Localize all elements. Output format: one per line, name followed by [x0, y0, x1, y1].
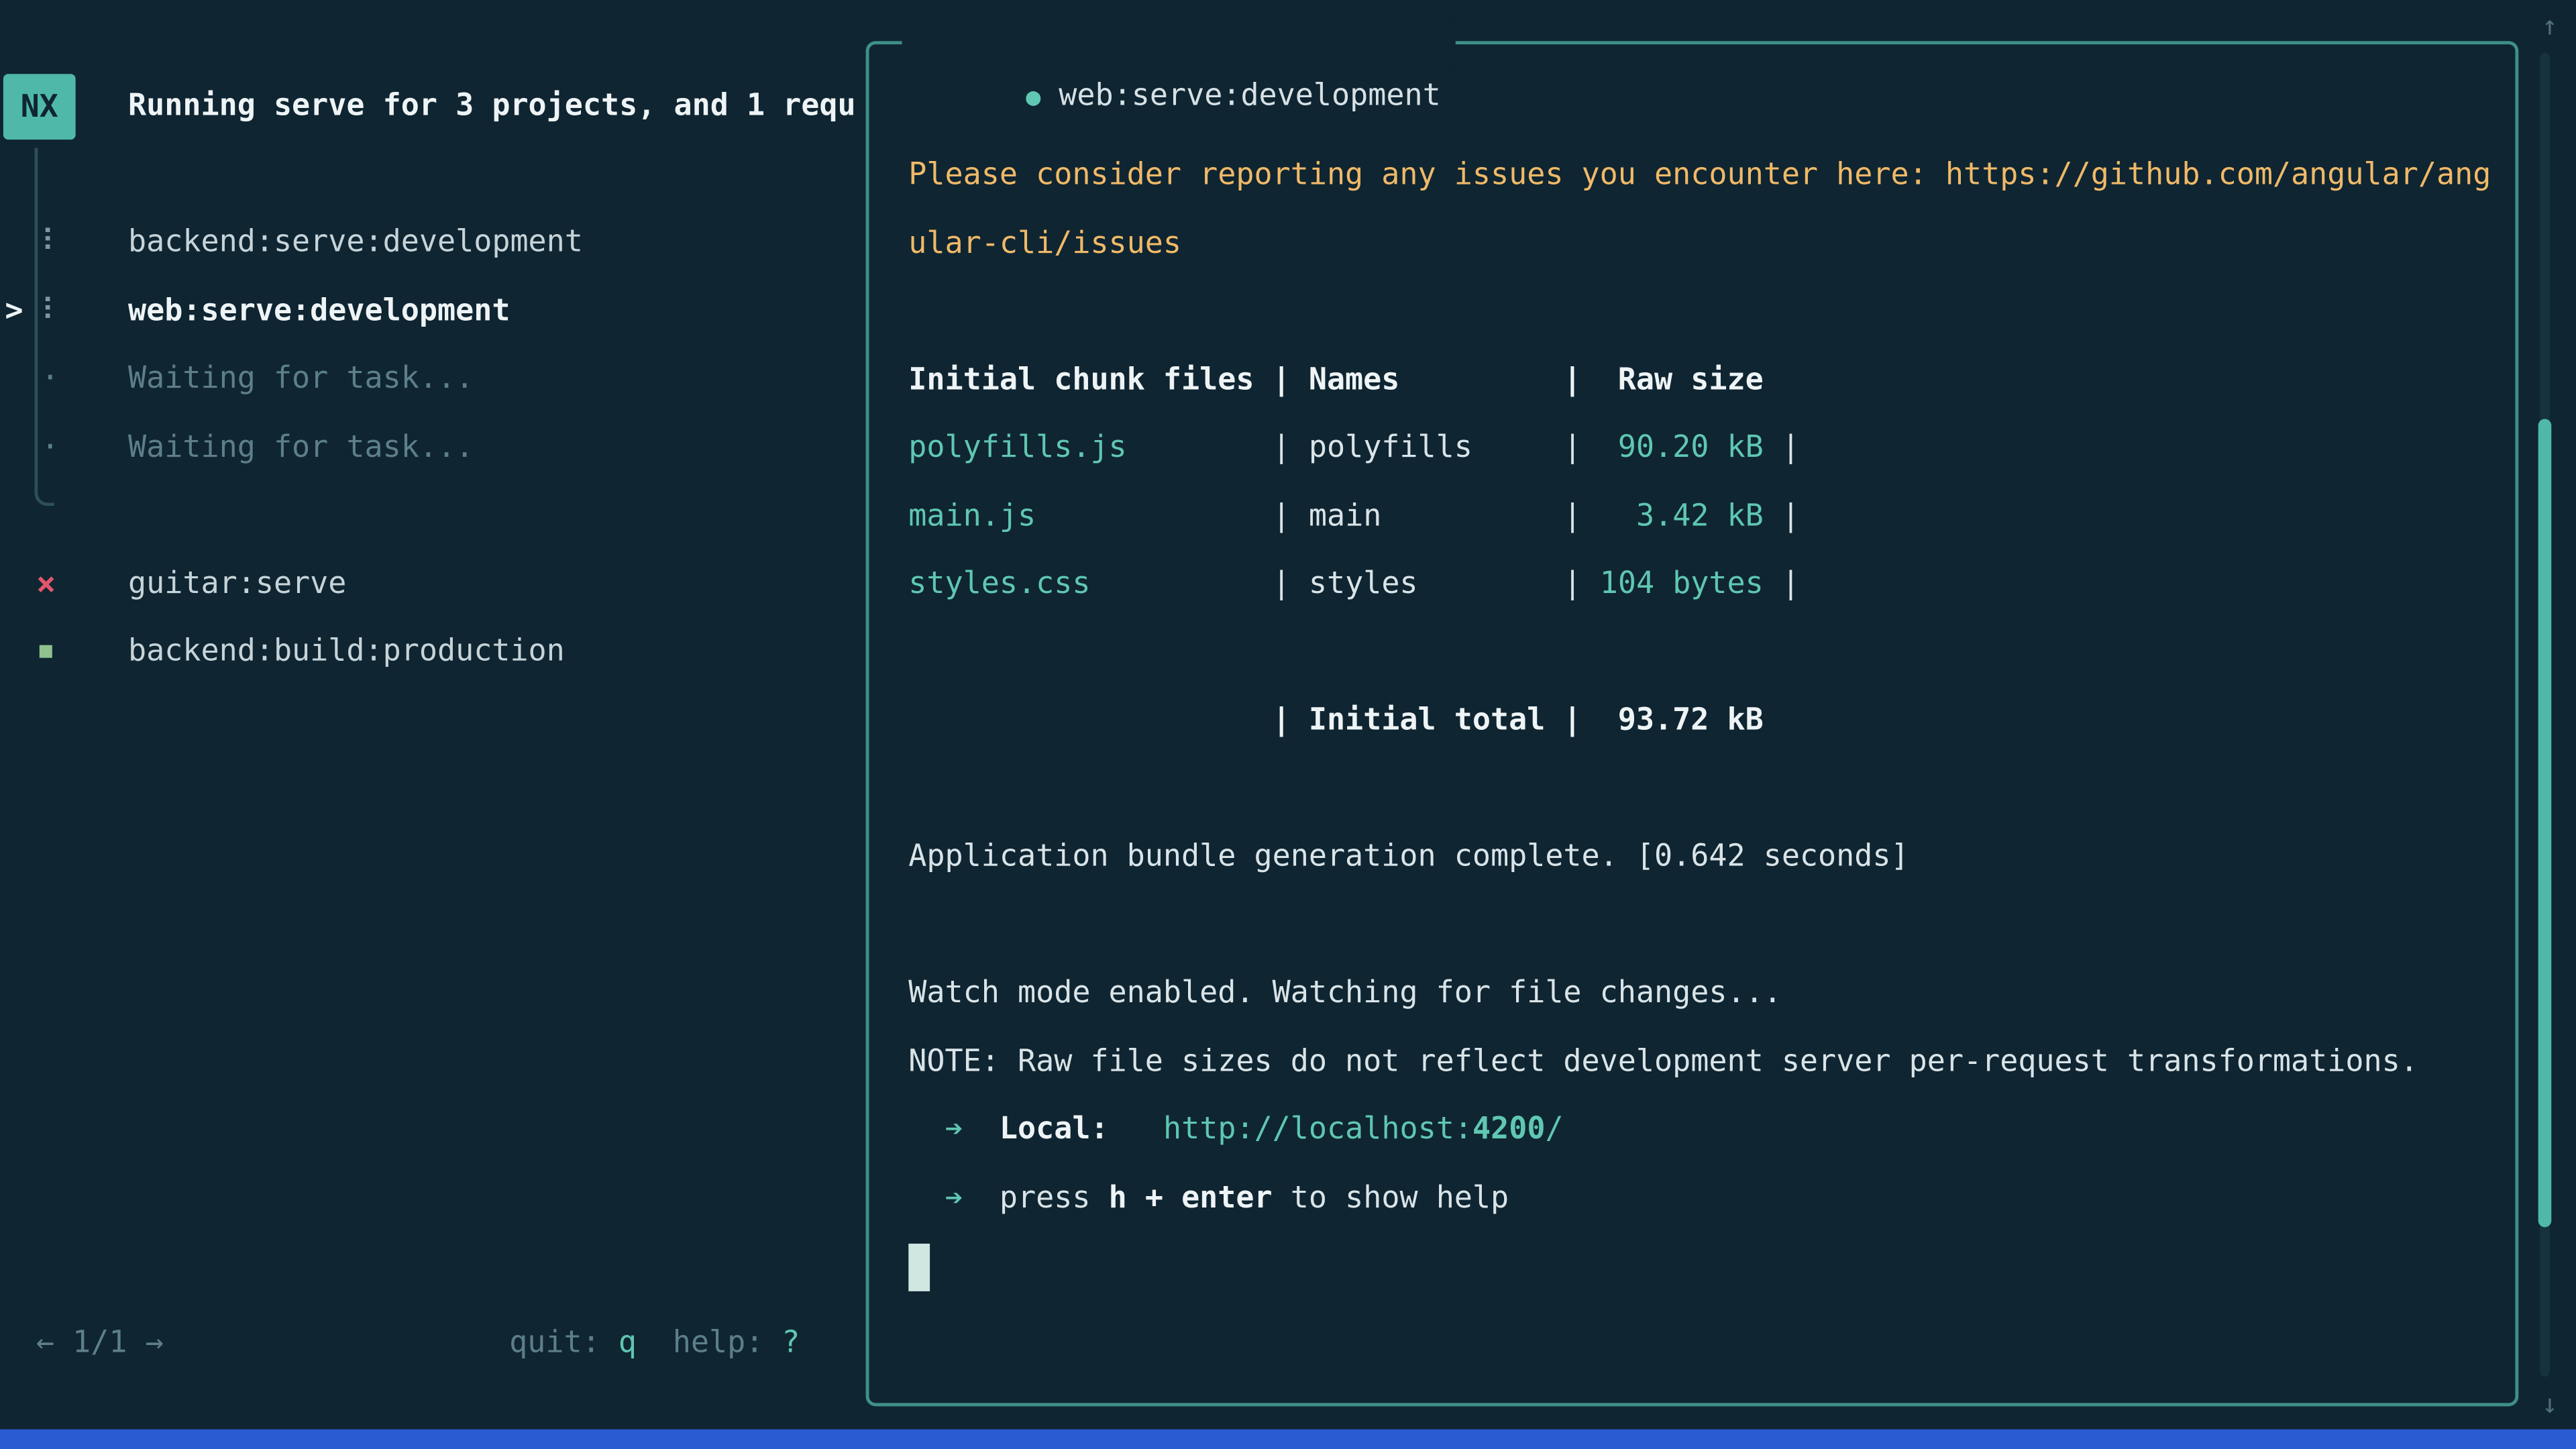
terminal-line: [908, 278, 2502, 346]
terminal-text: | styles |: [1090, 567, 1599, 601]
terminal-text: Please consider reporting any issues you…: [908, 158, 2491, 192]
task-label: Waiting for task...: [128, 345, 474, 413]
sidebar-header-title: Running serve for 3 projects, and 1 requ: [128, 74, 856, 140]
terminal-line: Watch mode enabled. Watching for file ch…: [908, 959, 2502, 1028]
task-row-web-serve-development[interactable]: > ⠇ web:serve:development: [0, 277, 866, 345]
terminal-text: main.js: [908, 498, 1036, 533]
waiting-dot-icon: ·: [41, 413, 59, 482]
terminal-text: [908, 1112, 945, 1146]
help-key[interactable]: ?: [782, 1326, 800, 1360]
terminal-text: to show help: [1273, 1181, 1509, 1215]
localhost-link-port[interactable]: 4200: [1472, 1112, 1545, 1146]
cursor-block: [908, 1243, 930, 1291]
terminal-line: styles.css | styles | 104 bytes |: [908, 550, 2502, 619]
selected-caret-icon: >: [5, 277, 23, 345]
task-row-waiting-2[interactable]: · Waiting for task...: [0, 413, 866, 482]
nx-tui-app: NX Running serve for 3 projects, and 1 r…: [0, 0, 2576, 1449]
terminal-text: | Initial total | 93.72 kB: [908, 703, 1763, 737]
terminal-line: [908, 619, 2502, 687]
terminal-line: ➔ Local: http://localhost:4200/: [908, 1095, 2502, 1164]
terminal-line: Initial chunk files | Names | Raw size: [908, 346, 2502, 415]
scrollbar-thumb[interactable]: [2538, 419, 2552, 1227]
terminal-panel[interactable]: ●web:serve:development Please consider r…: [866, 41, 2519, 1406]
terminal-text: press: [963, 1181, 1109, 1215]
terminal-text: Application bundle generation complete. …: [908, 839, 1909, 873]
help-label: help:: [673, 1326, 764, 1360]
terminal-text: polyfills.js: [908, 431, 1126, 465]
terminal-text: [963, 1112, 1000, 1146]
terminal-text: |: [1764, 567, 1800, 601]
terminal-line: ular-cli/issues: [908, 209, 2502, 278]
task-label: guitar:serve: [128, 549, 346, 618]
arrow-icon: ➔: [945, 1112, 963, 1146]
terminal-text: |: [1764, 431, 1800, 465]
terminal-text: 104 bytes: [1600, 567, 1764, 601]
scroll-up-icon[interactable]: ↑: [2528, 7, 2571, 46]
terminal-line: [908, 892, 2502, 960]
terminal-line: ➔ press h + enter to show help: [908, 1164, 2502, 1232]
scroll-down-icon[interactable]: ↓: [2528, 1385, 2571, 1424]
terminal-text: 3.42 kB: [1600, 498, 1764, 533]
terminal-text: Initial chunk files | Names | Raw size: [908, 362, 1763, 396]
task-label: Waiting for task...: [128, 413, 474, 482]
terminal-text: Watch mode enabled. Watching for file ch…: [908, 976, 1782, 1010]
terminal-text: h + enter: [1109, 1181, 1273, 1215]
terminal-text: | polyfills |: [1127, 431, 1600, 465]
quit-key[interactable]: q: [619, 1326, 637, 1360]
terminal-text: 90.20 kB: [1600, 431, 1764, 465]
terminal-text: Local:: [1000, 1112, 1109, 1146]
task-list-gap: [0, 482, 866, 550]
pagination[interactable]: ← 1/1 →: [36, 1309, 164, 1378]
sidebar: NX Running serve for 3 projects, and 1 r…: [0, 0, 866, 1449]
terminal-text: styles.css: [908, 567, 1090, 601]
terminal-text: [908, 1181, 945, 1215]
task-label: backend:serve:development: [128, 209, 583, 277]
failed-cross-icon: ×: [36, 549, 56, 618]
spinner-icon: ⠇: [41, 209, 63, 277]
sidebar-footer: ← 1/1 → quit: q help:?: [0, 1309, 866, 1378]
terminal-line: NOTE: Raw file sizes do not reflect deve…: [908, 1028, 2502, 1096]
task-row-waiting-1[interactable]: · Waiting for task...: [0, 345, 866, 413]
task-row-backend-serve-development[interactable]: ⠇ backend:serve:development: [0, 209, 866, 277]
nx-logo: NX: [3, 74, 76, 140]
terminal-line: [908, 1232, 2502, 1301]
terminal-text: ular-cli/issues: [908, 226, 1181, 260]
localhost-link-slash[interactable]: /: [1545, 1112, 1563, 1146]
bottom-blue-bar: [0, 1430, 2576, 1449]
terminal-line: Please consider reporting any issues you…: [908, 142, 2502, 210]
terminal-line: Application bundle generation complete. …: [908, 823, 2502, 892]
task-label: backend:build:production: [128, 618, 565, 686]
success-square-icon: ■: [40, 618, 52, 686]
spinner-icon: ⠇: [41, 277, 63, 345]
terminal-text: | main |: [1036, 498, 1600, 533]
brand-row: NX Running serve for 3 projects, and 1 r…: [0, 74, 866, 140]
arrow-icon: ➔: [945, 1181, 963, 1215]
quit-label: quit:: [509, 1326, 600, 1360]
terminal-line: polyfills.js | polyfills | 90.20 kB |: [908, 414, 2502, 482]
task-row-backend-build-production[interactable]: ■ backend:build:production: [0, 618, 866, 686]
task-list: ⠇ backend:serve:development > ⠇ web:serv…: [0, 209, 866, 686]
terminal-line: [908, 755, 2502, 823]
waiting-dot-icon: ·: [41, 345, 59, 413]
task-label: web:serve:development: [128, 277, 510, 345]
footer-keybindings: quit: q help:?: [509, 1309, 800, 1378]
terminal-line: main.js | main | 3.42 kB |: [908, 482, 2502, 551]
terminal-line: | Initial total | 93.72 kB: [908, 687, 2502, 755]
terminal-text: |: [1764, 498, 1800, 533]
localhost-link[interactable]: http://localhost:: [1163, 1112, 1472, 1146]
terminal-text: [1109, 1112, 1163, 1146]
terminal-output: Please consider reporting any issues you…: [869, 44, 2516, 1403]
task-row-guitar-serve[interactable]: × guitar:serve: [0, 549, 866, 618]
terminal-text: NOTE: Raw file sizes do not reflect deve…: [908, 1044, 2418, 1078]
